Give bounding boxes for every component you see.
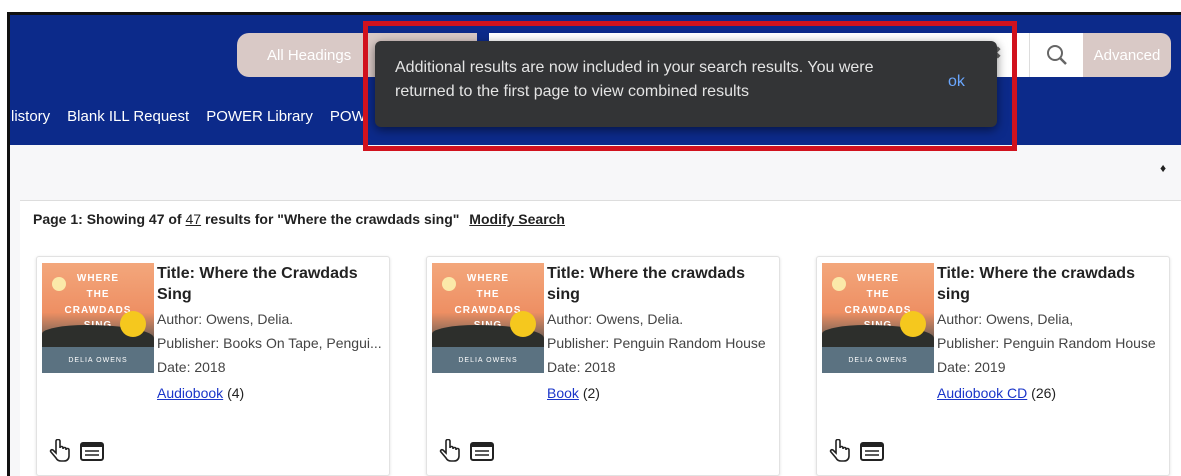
- modify-search-link[interactable]: Modify Search: [469, 211, 565, 227]
- card-title[interactable]: Title: Where the crawdads sing: [937, 263, 1167, 305]
- card-title[interactable]: Title: Where the crawdads sing: [547, 263, 777, 305]
- card-info: Title: Where the Crawdads Sing Author: Ow…: [157, 263, 387, 401]
- card-publisher: Publisher: Books On Tape, Pengui...: [157, 335, 382, 351]
- nav-item-power[interactable]: POW: [330, 108, 366, 132]
- results-summary: Page 1: Showing 47 of 47 results for "Wh…: [33, 211, 565, 227]
- card-publisher: Publisher: Penguin Random House: [937, 335, 1156, 351]
- format-count: (26): [1031, 385, 1057, 401]
- card-author: Author: Owens, Delia.: [157, 311, 294, 327]
- book-cover[interactable]: WHERE THE CRAWDADS SING DELIA OWENS: [42, 263, 154, 373]
- card-actions: [827, 439, 891, 463]
- card-date: Date: 2018: [547, 359, 616, 375]
- format-count: (2): [582, 385, 600, 401]
- hand-pointer-icon[interactable]: [47, 439, 73, 463]
- catalog-card-icon[interactable]: [469, 439, 495, 463]
- book-cover[interactable]: WHERE THE CRAWDADS SING DELIA OWENS: [822, 263, 934, 373]
- card-date: Date: 2018: [157, 359, 226, 375]
- card-format: Audiobook CD (26): [937, 385, 1167, 401]
- format-count: (4): [227, 385, 245, 401]
- search-button[interactable]: [1029, 33, 1083, 77]
- result-card: WHERE THE CRAWDADS SING DELIA OWENS Titl…: [426, 256, 780, 476]
- hand-pointer-icon[interactable]: [827, 439, 853, 463]
- card-format: Audiobook (4): [157, 385, 387, 401]
- book-cover[interactable]: WHERE THE CRAWDADS SING DELIA OWENS: [432, 263, 544, 373]
- card-actions: [437, 439, 501, 463]
- format-link[interactable]: Audiobook: [157, 385, 223, 401]
- advanced-search-button[interactable]: Advanced: [1083, 33, 1171, 77]
- card-author: Author: Owens, Delia,: [937, 311, 1074, 327]
- card-actions: [47, 439, 111, 463]
- nav-item-blank-ill-request[interactable]: Blank ILL Request: [67, 108, 189, 132]
- card-publisher: Publisher: Penguin Random House: [547, 335, 766, 351]
- catalog-card-icon[interactable]: [79, 439, 105, 463]
- headings-select-label: All Headings: [267, 46, 352, 64]
- catalog-card-icon[interactable]: [859, 439, 885, 463]
- format-link[interactable]: Book: [547, 385, 579, 401]
- card-info: Title: Where the crawdads sing Author: Ow…: [547, 263, 777, 401]
- total-count-link[interactable]: 47: [185, 211, 201, 227]
- card-author: Author: Owens, Delia.: [547, 311, 684, 327]
- format-link[interactable]: Audiobook CD: [937, 385, 1027, 401]
- sort-icon[interactable]: ♦: [1160, 161, 1166, 175]
- results-panel: Page 1: Showing 47 of 47 results for "Wh…: [20, 200, 1181, 476]
- summary-prefix: Page 1: Showing 47 of: [33, 211, 182, 227]
- nav-item-power-library[interactable]: POWER Library: [206, 108, 313, 132]
- card-date: Date: 2019: [937, 359, 1006, 375]
- card-title[interactable]: Title: Where the Crawdads Sing: [157, 263, 387, 305]
- search-icon: [1046, 45, 1067, 65]
- summary-suffix: results for "Where the crawdads sing": [204, 211, 460, 227]
- highlight-box: [363, 21, 1017, 151]
- result-card: WHERE THE CRAWDADS SING DELIA OWENS Titl…: [816, 256, 1170, 476]
- nav-item-history[interactable]: listory: [11, 108, 50, 132]
- result-card: WHERE THE CRAWDADS SING DELIA OWENS Titl…: [36, 256, 390, 476]
- card-format: Book (2): [547, 385, 777, 401]
- card-info: Title: Where the crawdads sing Author: Ow…: [937, 263, 1167, 401]
- nav-bar: listory Blank ILL Request POWER Library …: [10, 108, 383, 132]
- hand-pointer-icon[interactable]: [437, 439, 463, 463]
